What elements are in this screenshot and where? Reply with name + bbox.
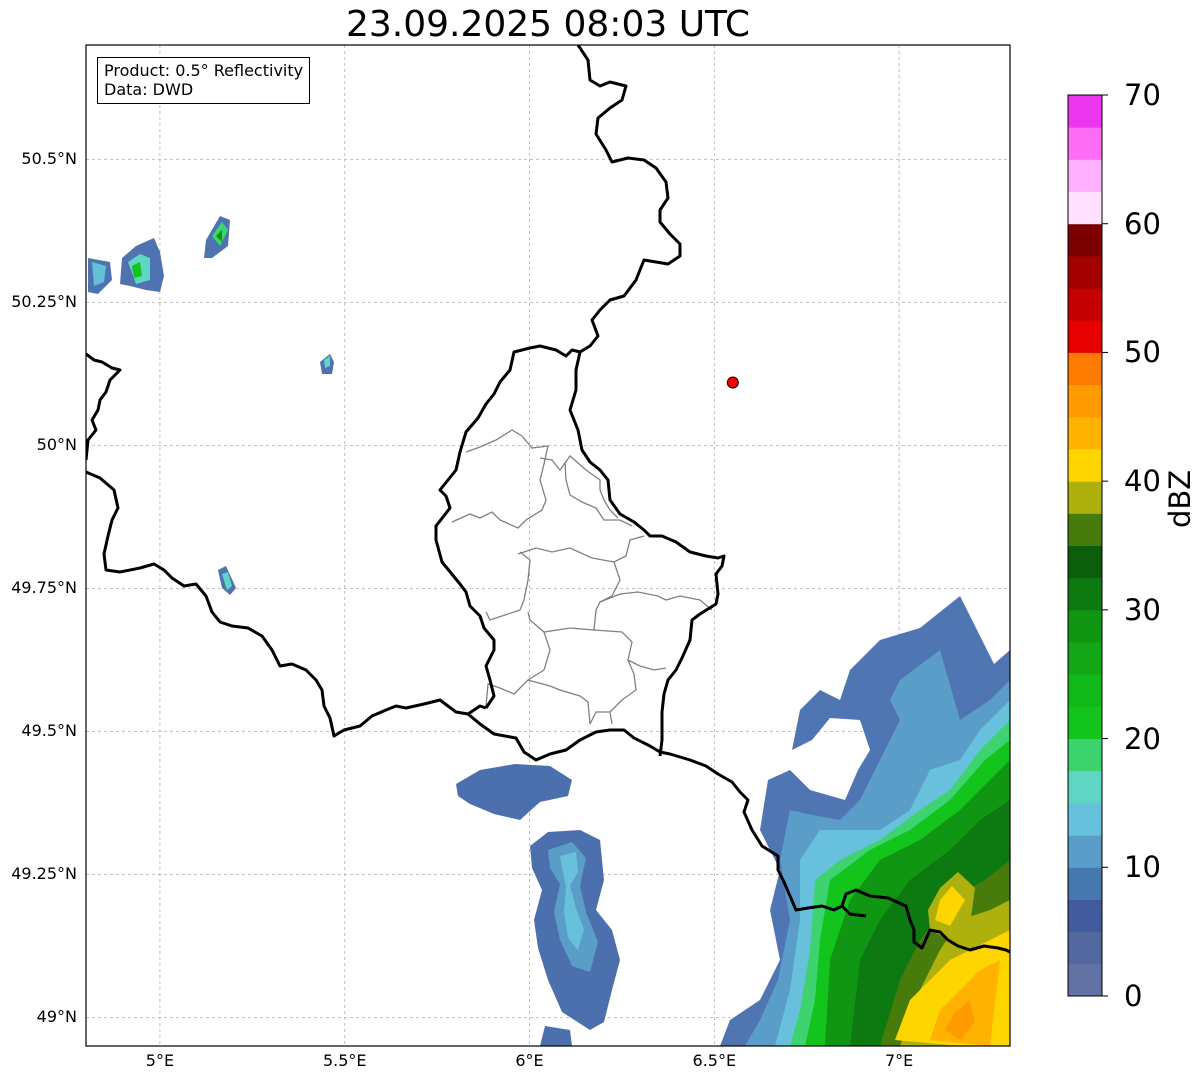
colorbar-tick-label-2: 20 [1124,721,1161,756]
lat-tick-label-6: 50.5°N [21,149,77,169]
colorbar-segment-2 [1068,899,1102,933]
radar-map [85,44,1108,1047]
colorbar-tick-label-6: 60 [1124,206,1161,241]
echo-region-southeast [720,596,1010,1046]
lon-tick-label-2: 6°E [515,1051,544,1070]
colorbar-segment-16 [1068,448,1102,482]
colorbar-tick-label-3: 30 [1124,592,1161,627]
colorbar-segment-6 [1068,770,1102,804]
colorbar-segment-14 [1068,513,1102,546]
colorbar [1067,94,1108,997]
colorbar-segment-27 [1068,95,1102,128]
colorbar-segment-17 [1068,416,1102,450]
colorbar-segment-26 [1068,127,1102,160]
colorbar-segment-5 [1068,802,1102,836]
echo-cluster-south-central [456,764,620,1046]
colorbar-segment-24 [1068,191,1102,225]
colorbar-segment-20 [1068,320,1102,353]
colorbar-segment-18 [1068,384,1102,418]
colorbar-segment-13 [1068,545,1102,579]
colorbar-tick-label-1: 10 [1124,850,1161,885]
colorbar-segment-9 [1068,674,1102,707]
colorbar-segment-4 [1068,835,1102,868]
colorbar-tick-label-4: 40 [1124,464,1161,499]
info-box: Product: 0.5° Reflectivity Data: DWD [97,57,311,104]
product-label: Product: 0.5° Reflectivity [104,61,304,80]
lat-tick-label-2: 49.5°N [21,721,77,741]
colorbar-segment-1 [1068,931,1102,965]
colorbar-segment-7 [1068,738,1102,772]
lat-tick-label-5: 50.25°N [11,292,77,312]
colorbar-segment-25 [1068,159,1102,193]
lon-tick-label-1: 5.5°E [322,1051,367,1070]
colorbar-segment-0 [1068,963,1102,997]
lon-tick-label-0: 5°E [145,1051,175,1070]
colorbar-segment-10 [1068,642,1102,675]
colorbar-segment-15 [1068,481,1102,514]
colorbar-segment-23 [1068,223,1102,257]
data-source-label: Data: DWD [104,80,194,99]
lat-tick-label-4: 50°N [36,435,77,455]
lat-tick-label-3: 49.75°N [11,578,77,598]
lat-tick-label-1: 49.25°N [11,864,77,884]
lon-tick-label-4: 7°E [884,1051,914,1070]
location-marker [726,376,739,389]
colorbar-segment-11 [1068,609,1102,643]
colorbar-tick-label-0: 0 [1124,979,1143,1013]
colorbar-segment-21 [1068,288,1102,321]
lat-tick-label-0: 49°N [36,1007,77,1027]
colorbar-segment-3 [1068,867,1102,900]
colorbar-title: dBZ [1163,469,1197,528]
colorbar-segment-19 [1068,352,1102,386]
colorbar-tick-label-7: 70 [1124,78,1161,112]
colorbar-segment-22 [1068,255,1102,289]
colorbar-tick-label-5: 50 [1124,335,1161,370]
echo-cluster-northwest [88,216,334,595]
lon-tick-label-3: 6.5°E [692,1051,737,1070]
colorbar-segment-12 [1068,577,1102,611]
colorbar-segment-8 [1068,706,1102,740]
